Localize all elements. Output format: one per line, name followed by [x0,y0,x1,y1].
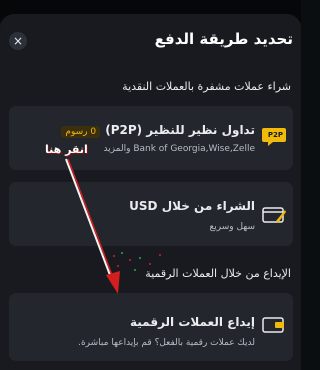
p2p-title: تداول نظير للنظير (P2P) [105,123,255,137]
crypto-deposit-option-card[interactable]: إيداع العملات الرقمية لديك عملات رقمية ب… [9,293,293,361]
wallet-icon [262,317,284,333]
click-here-annotation: انقر هنا [45,143,88,156]
usd-heading: الشراء من خلال USD [129,195,255,214]
p2p-icon-label: P2P [267,131,283,139]
section-crypto-deposit: الإيداع من خلال العملات الرقمية [145,267,291,280]
close-button[interactable]: × [9,32,27,50]
section-crypto-purchase: شراء عملات مشفرة بالعملات النقدية [122,80,291,93]
p2p-option-card[interactable]: P2P تداول نظير للنظير (P2P) 0 رسوم Bank … [9,106,293,170]
deposit-heading: إيداع العملات الرقمية [130,311,255,330]
sheet-title: تحديد طريقة الدفع [154,30,293,48]
p2p-subtitle: Bank of Georgia,Wise,Zelle والمزيد [103,144,255,154]
usd-subtitle: سهل وسريع [209,222,255,232]
p2p-heading: تداول نظير للنظير (P2P) 0 رسوم [57,119,255,138]
payment-method-sheet: × تحديد طريقة الدفع شراء عملات مشفرة بال… [0,14,301,370]
deposit-subtitle: لديك عملات رقمية بالفعل؟ قم بإيداعها مبا… [78,338,255,348]
card-rocket-icon [262,207,286,223]
close-icon: × [12,34,24,48]
deposit-title: إيداع العملات الرقمية [130,315,255,329]
zero-fee-badge: 0 رسوم [61,126,101,138]
usd-option-card[interactable]: الشراء من خلال USD سهل وسريع [9,182,293,246]
usd-title: الشراء من خلال USD [129,199,255,213]
